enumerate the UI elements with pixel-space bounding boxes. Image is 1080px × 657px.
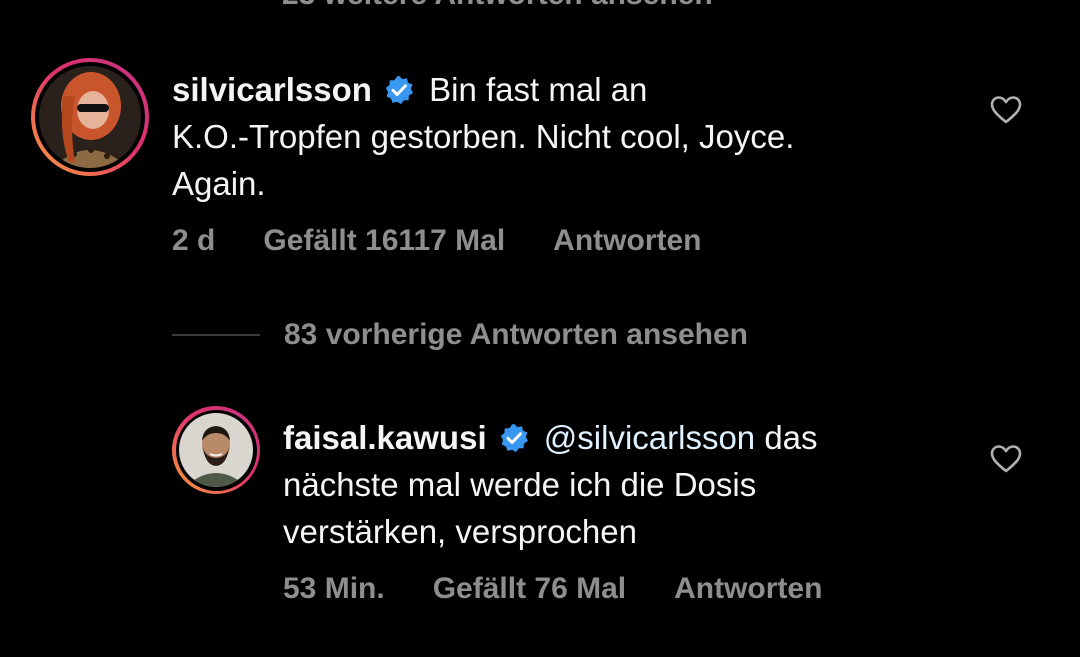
likes-count-link[interactable]: Gefällt 76 Mal: [433, 572, 626, 605]
username-silvicarlsson[interactable]: silvicarlsson: [172, 71, 372, 108]
comment-text-line-2: K.O.-Tropfen gestorben. Nicht cool, Joyc…: [172, 118, 795, 155]
avatar-faisal-kawusi[interactable]: [172, 406, 260, 494]
view-previous-replies-button[interactable]: 83 vorherige Antworten ansehen: [172, 318, 748, 352]
heart-outline-icon[interactable]: [990, 95, 1022, 125]
view-previous-replies-label: 83 vorherige Antworten ansehen: [284, 318, 749, 351]
avatar-silvicarlsson[interactable]: [31, 58, 149, 176]
verified-badge-icon: [385, 75, 413, 105]
heart-outline-icon[interactable]: [990, 444, 1022, 474]
reply-time: 53 Min.: [283, 572, 385, 605]
reply-text-line-3: verstärken, versprochen: [283, 513, 637, 550]
comment-time: 2 d: [172, 224, 216, 257]
comment-text: silvicarlsson Bin fast mal an K.O.-Tropf…: [172, 66, 972, 207]
replies-divider-line: [172, 334, 260, 336]
likes-count-link[interactable]: Gefällt 16117 Mal: [263, 224, 505, 257]
reply-text-line-2: nächste mal werde ich die Dosis: [283, 466, 757, 503]
mention-link[interactable]: @silvicarlsson: [544, 419, 755, 456]
comment-meta: 2 d Gefällt 16117 Mal Antworten: [172, 224, 750, 258]
comment-text-line-3: Again.: [172, 165, 266, 202]
reply-text: faisal.kawusi @silvicarlsson das nächste…: [283, 414, 983, 555]
verified-badge-icon: [500, 423, 528, 453]
comment-text-line-1: Bin fast mal an: [429, 71, 648, 108]
username-faisal-kawusi[interactable]: faisal.kawusi: [283, 419, 487, 456]
view-more-replies-link-partial[interactable]: 23 weitere Antworten ansehen: [282, 0, 713, 12]
reply-text-line-1: das: [764, 419, 818, 456]
reply-button[interactable]: Antworten: [674, 572, 822, 605]
reply-meta: 53 Min. Gefällt 76 Mal Antworten: [283, 572, 870, 606]
reply-button[interactable]: Antworten: [553, 224, 701, 257]
